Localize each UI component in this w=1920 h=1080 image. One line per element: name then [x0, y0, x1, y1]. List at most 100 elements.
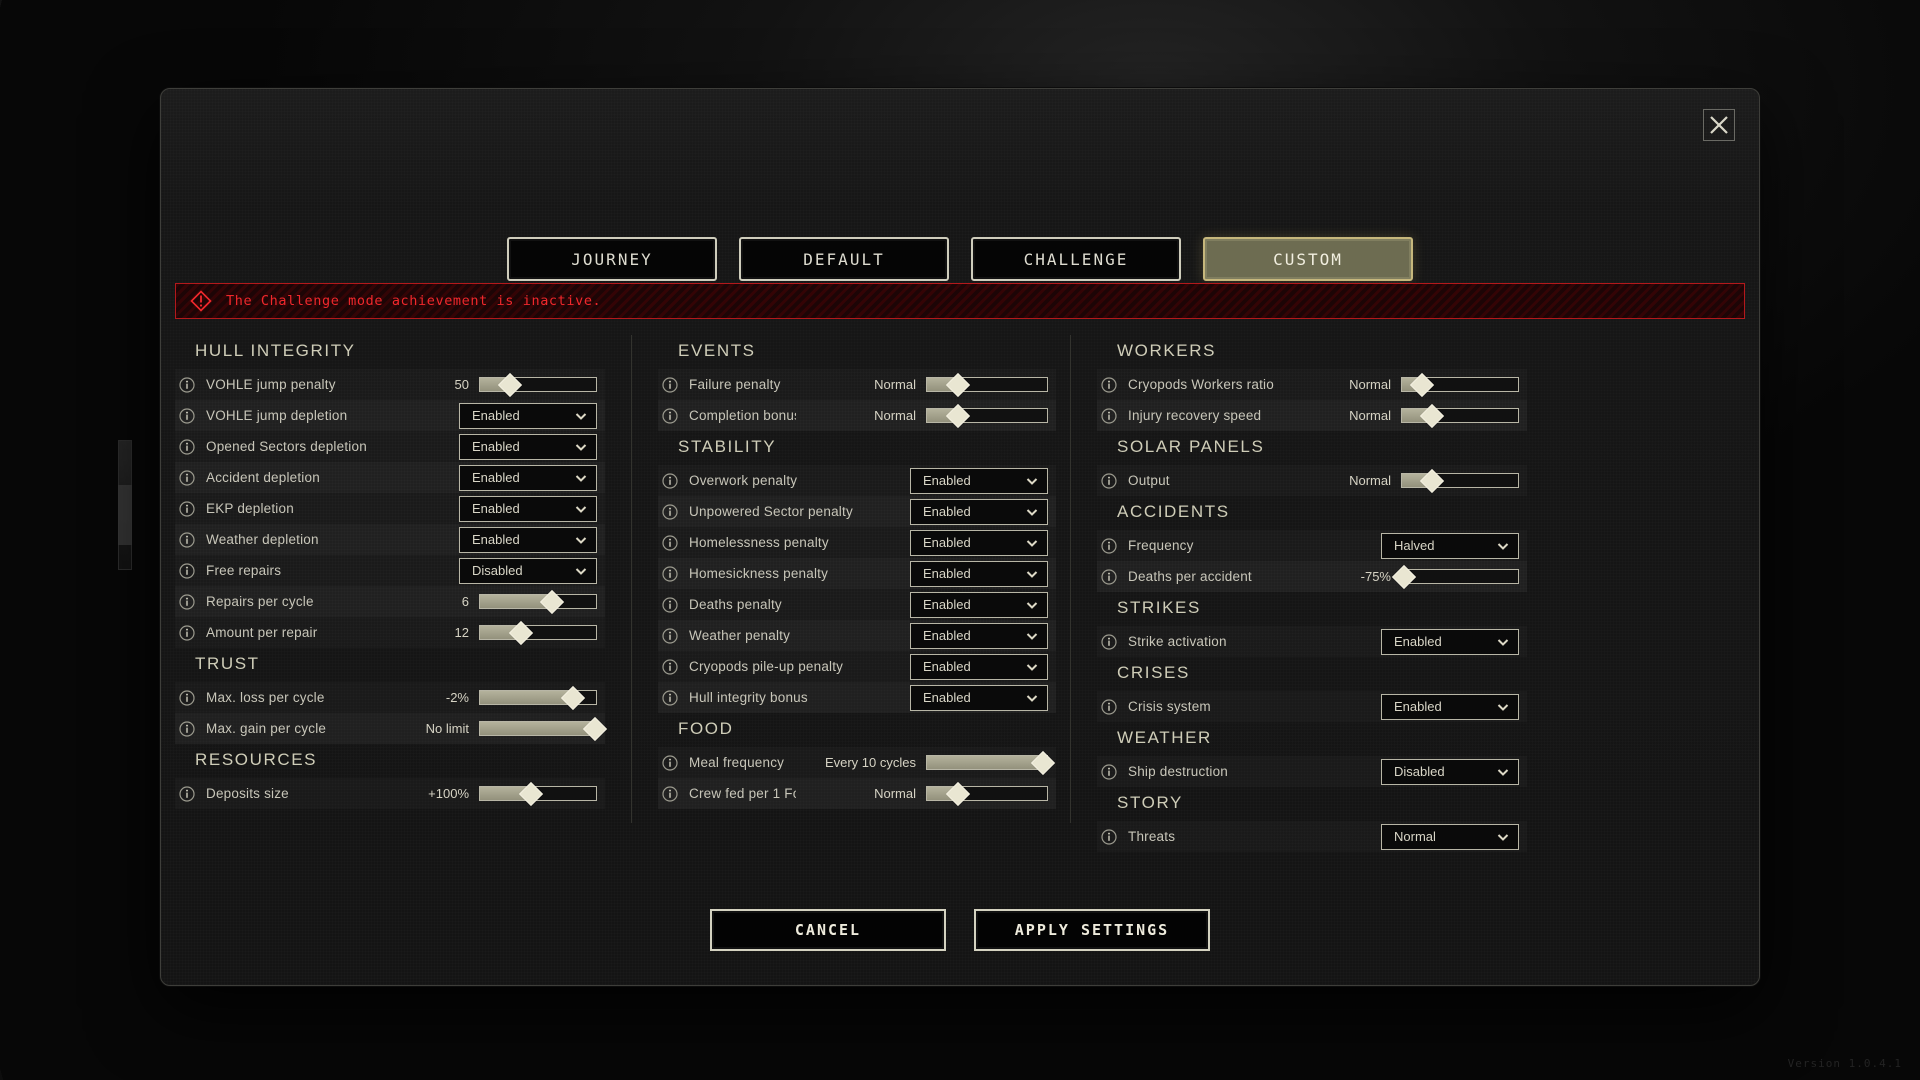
info-icon[interactable] [179, 624, 195, 641]
setting-dropdown[interactable]: Halved [1381, 532, 1519, 559]
setting-slider[interactable] [1392, 564, 1519, 589]
info-icon[interactable] [179, 438, 195, 455]
setting-dropdown[interactable]: Enabled [459, 402, 597, 429]
info-icon[interactable] [179, 531, 195, 548]
info-icon[interactable] [1101, 763, 1117, 780]
setting-label: Unpowered Sector penalty [689, 504, 853, 519]
warning-text: The Challenge mode achievement is inacti… [226, 293, 602, 309]
dropdown-caret [574, 564, 588, 578]
setting-dropdown[interactable]: Enabled [459, 495, 597, 522]
setting-dropdown[interactable]: Enabled [459, 526, 597, 553]
info-icon[interactable] [179, 469, 195, 486]
info-icon[interactable] [1101, 568, 1117, 585]
setting-slider[interactable] [1401, 403, 1519, 428]
setting-slider[interactable] [1401, 372, 1519, 397]
info-icon[interactable] [662, 407, 678, 424]
info-icon[interactable] [179, 593, 195, 610]
setting-dropdown[interactable]: Disabled [1381, 758, 1519, 785]
tab-custom[interactable]: CUSTOM [1203, 237, 1413, 281]
section-title: SOLAR PANELS [1117, 437, 1265, 456]
setting-dropdown[interactable]: Enabled [459, 464, 597, 491]
info-icon[interactable] [179, 407, 195, 424]
slider-handle[interactable] [1420, 468, 1445, 493]
slider-handle[interactable] [1409, 372, 1434, 397]
info-icon[interactable] [1101, 828, 1117, 845]
section-title: EVENTS [678, 341, 756, 360]
slider-handle[interactable] [539, 589, 564, 614]
info-icon[interactable] [662, 472, 678, 489]
info-icon[interactable] [662, 785, 678, 802]
info-icon[interactable] [662, 596, 678, 613]
info-icon[interactable] [662, 534, 678, 551]
slider-handle[interactable] [1392, 564, 1417, 589]
setting-dropdown[interactable]: Enabled [459, 433, 597, 460]
info-icon[interactable] [662, 754, 678, 771]
info-icon[interactable] [179, 562, 195, 579]
setting-dropdown[interactable]: Enabled [1381, 693, 1519, 720]
slider-handle[interactable] [946, 781, 971, 806]
setting-slider[interactable] [479, 716, 607, 741]
info-icon[interactable] [179, 785, 195, 802]
setting-dropdown[interactable]: Disabled [459, 557, 597, 584]
info-icon[interactable] [662, 689, 678, 706]
tab-challenge[interactable]: CHALLENGE [971, 237, 1181, 281]
setting-dropdown[interactable]: Enabled [910, 684, 1048, 711]
setting-label: EKP depletion [206, 501, 294, 516]
info-icon[interactable] [662, 565, 678, 582]
info-icon[interactable] [662, 658, 678, 675]
info-icon[interactable] [1101, 537, 1117, 554]
slider-handle[interactable] [1420, 403, 1445, 428]
info-icon[interactable] [662, 503, 678, 520]
tab-journey[interactable]: JOURNEY [507, 237, 717, 281]
setting-dropdown[interactable]: Enabled [910, 467, 1048, 494]
setting-slider[interactable] [479, 685, 597, 710]
close-button[interactable] [1703, 109, 1735, 141]
dropdown-caret [574, 533, 588, 547]
info-icon[interactable] [662, 627, 678, 644]
info-icon[interactable] [1101, 376, 1117, 393]
setting-slider[interactable] [926, 750, 1056, 775]
setting-dropdown[interactable]: Normal [1381, 823, 1519, 850]
chevron-down-icon [1026, 632, 1038, 640]
slider-handle[interactable] [508, 620, 533, 645]
setting-row: Ship destruction Disabled [1097, 756, 1527, 787]
info-icon[interactable] [1101, 472, 1117, 489]
info-icon[interactable] [1101, 407, 1117, 424]
apply-settings-button[interactable]: APPLY SETTINGS [974, 909, 1210, 951]
slider-handle[interactable] [946, 372, 971, 397]
setting-dropdown[interactable]: Enabled [1381, 628, 1519, 655]
setting-slider[interactable] [479, 372, 597, 397]
slider-handle[interactable] [560, 685, 585, 710]
tab-default[interactable]: DEFAULT [739, 237, 949, 281]
setting-slider[interactable] [926, 781, 1048, 806]
setting-slider[interactable] [926, 403, 1048, 428]
info-icon[interactable] [662, 376, 678, 393]
setting-label: Repairs per cycle [206, 594, 314, 609]
info-icon[interactable] [1101, 633, 1117, 650]
setting-slider[interactable] [926, 372, 1048, 397]
setting-dropdown[interactable]: Enabled [910, 622, 1048, 649]
slider-handle[interactable] [582, 716, 607, 741]
setting-slider[interactable] [1401, 468, 1519, 493]
slider-handle[interactable] [946, 403, 971, 428]
setting-slider[interactable] [479, 589, 597, 614]
setting-slider[interactable] [479, 620, 597, 645]
info-icon[interactable] [179, 376, 195, 393]
setting-dropdown[interactable]: Enabled [910, 529, 1048, 556]
dropdown-value: Enabled [472, 439, 520, 454]
setting-dropdown[interactable]: Enabled [910, 498, 1048, 525]
slider-handle[interactable] [498, 372, 523, 397]
setting-dropdown[interactable]: Enabled [910, 560, 1048, 587]
setting-label: Weather penalty [689, 628, 791, 643]
dropdown-caret [1025, 660, 1039, 674]
info-icon[interactable] [179, 689, 195, 706]
info-icon[interactable] [179, 500, 195, 517]
info-icon[interactable] [1101, 698, 1117, 715]
slider-handle[interactable] [519, 781, 544, 806]
info-icon[interactable] [179, 720, 195, 737]
setting-slider[interactable] [479, 781, 597, 806]
cancel-button[interactable]: CANCEL [710, 909, 946, 951]
setting-dropdown[interactable]: Enabled [910, 591, 1048, 618]
setting-dropdown[interactable]: Enabled [910, 653, 1048, 680]
slider-handle[interactable] [1031, 750, 1056, 775]
